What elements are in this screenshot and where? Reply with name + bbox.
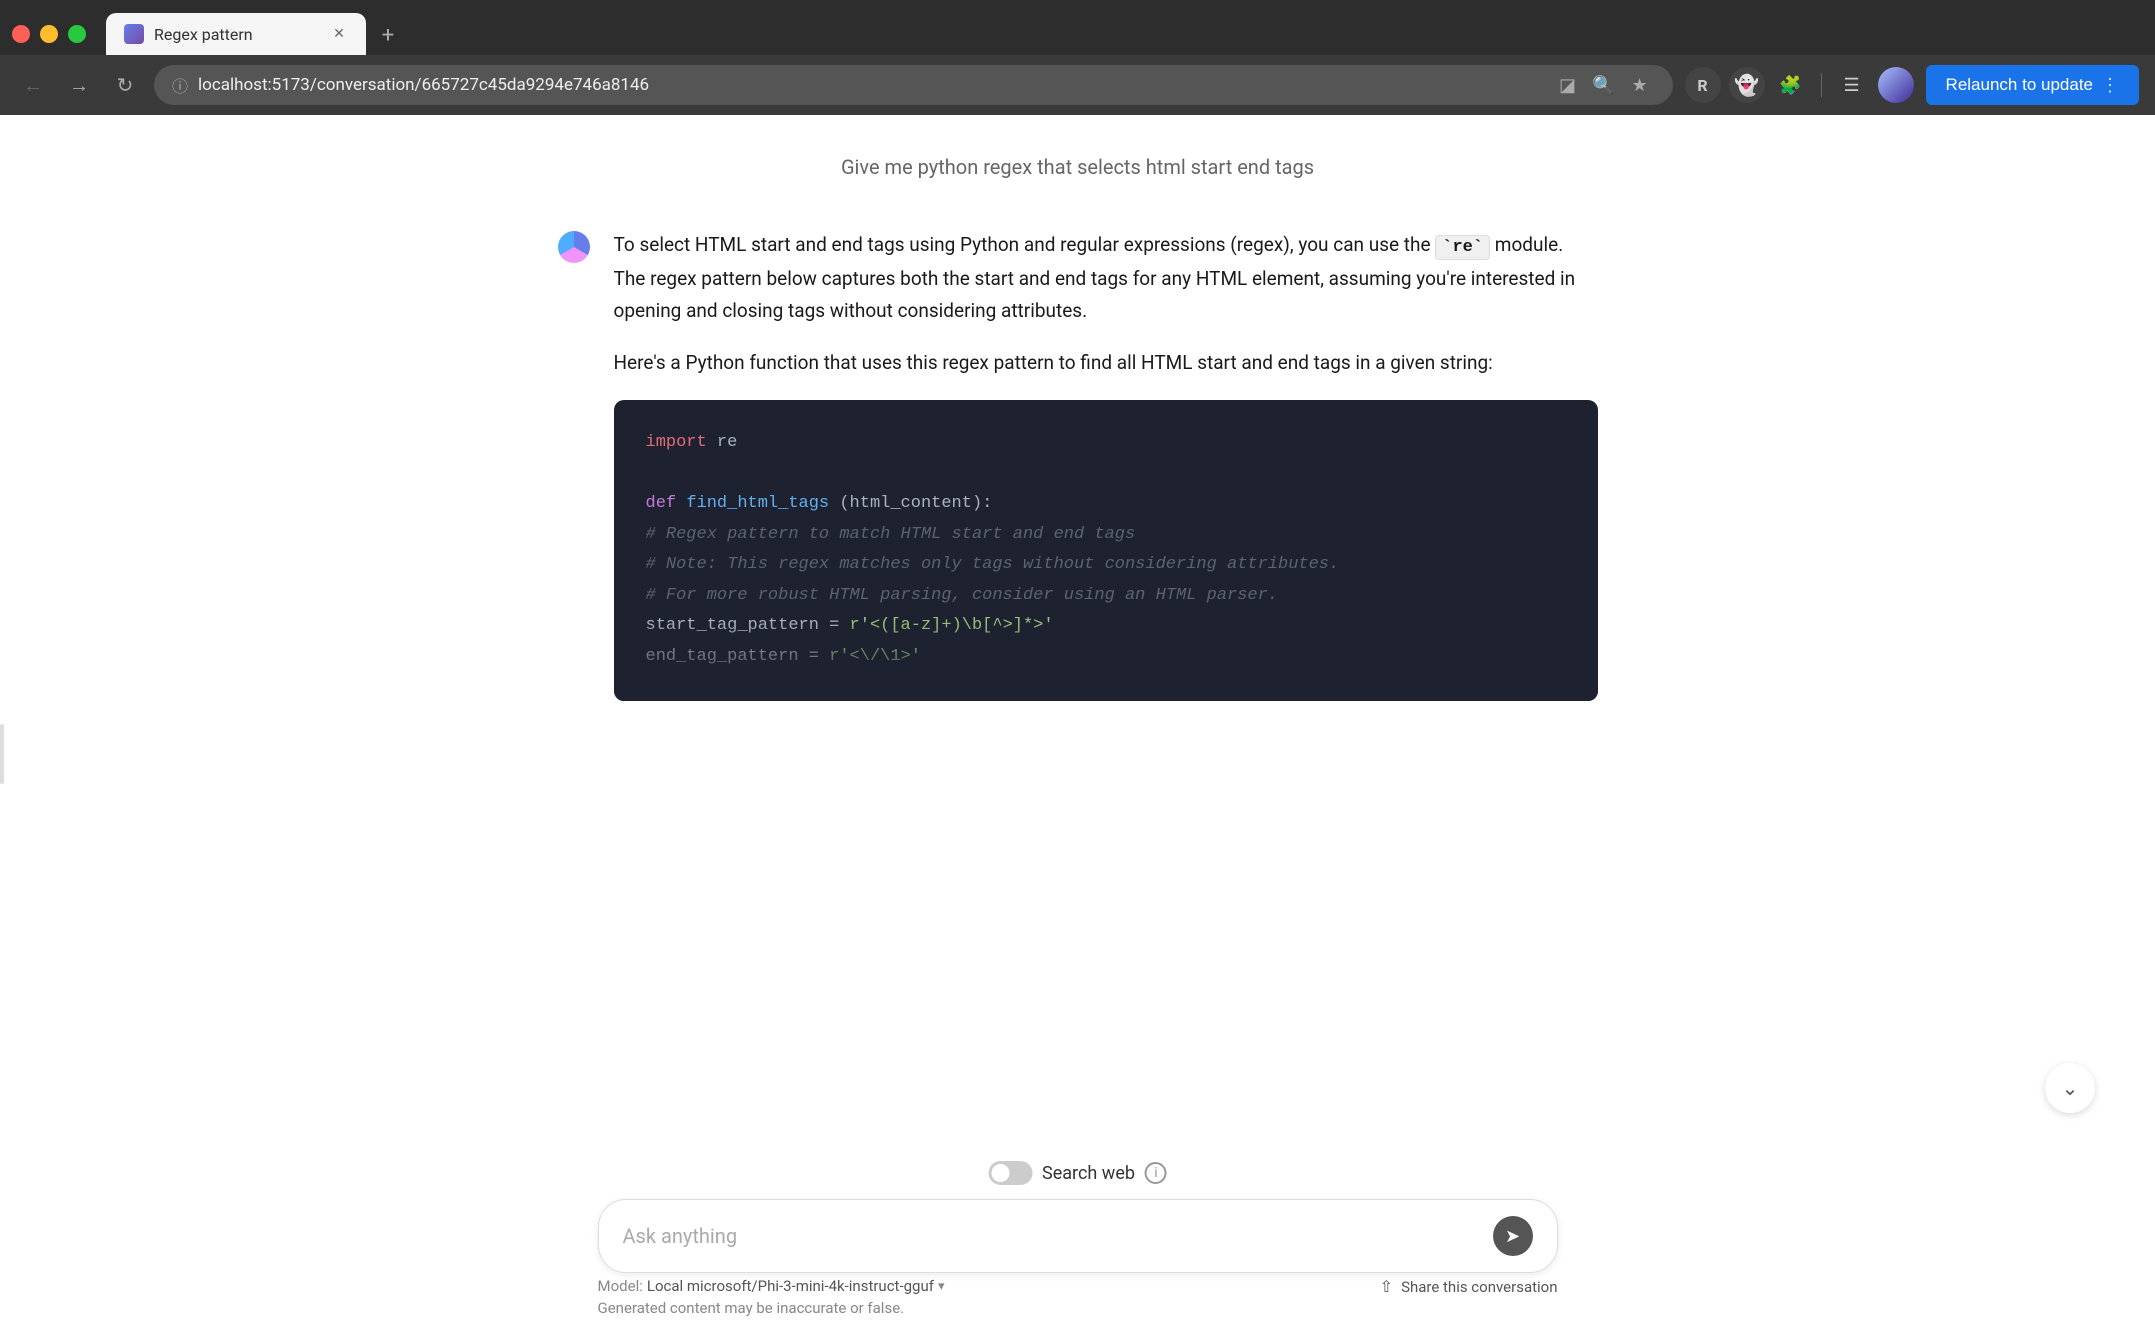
- page-content: Give me python regex that selects html s…: [0, 115, 2155, 1333]
- tab-bar: Regex pattern ✕ +: [0, 0, 2155, 55]
- code-line-4: # Regex pattern to match HTML start and …: [646, 520, 1566, 551]
- screen-cast-icon[interactable]: ◪: [1553, 70, 1583, 100]
- address-actions: ◪ 🔍 ★: [1553, 70, 1655, 100]
- inline-code: `re`: [1435, 235, 1490, 260]
- share-icon: ⇧: [1380, 1277, 1393, 1296]
- code-line-6: # For more robust HTML parsing, consider…: [646, 581, 1566, 612]
- sidebar-toggle-button[interactable]: ☰: [1834, 67, 1870, 103]
- bookmark-icon[interactable]: ★: [1625, 70, 1655, 100]
- code-line-3: def find_html_tags (html_content):: [646, 489, 1566, 520]
- search-icon[interactable]: 🔍: [1589, 70, 1619, 100]
- extension-r-button[interactable]: R: [1685, 67, 1721, 103]
- chat-input-area: Ask anything ➤: [598, 1199, 1558, 1273]
- close-button[interactable]: [12, 25, 30, 43]
- new-tab-button[interactable]: +: [370, 17, 406, 53]
- window-controls: [12, 25, 102, 55]
- assistant-avatar: [558, 231, 590, 263]
- forward-button[interactable]: →: [62, 68, 96, 102]
- model-prefix-label: Model:: [598, 1277, 643, 1295]
- address-bar-input[interactable]: ⓘ localhost:5173/conversation/665727c45d…: [154, 65, 1673, 105]
- back-button[interactable]: ←: [16, 68, 50, 102]
- minimize-button[interactable]: [40, 25, 58, 43]
- browser-chrome: Regex pattern ✕ + ← → ↻ ⓘ localhost:5173…: [0, 0, 2155, 115]
- relaunch-label: Relaunch to update: [1946, 75, 2093, 95]
- address-bar: ← → ↻ ⓘ localhost:5173/conversation/6657…: [0, 55, 2155, 115]
- search-web-bar: Search web i: [972, 1153, 1183, 1193]
- search-web-label: Search web: [1042, 1163, 1135, 1184]
- send-button[interactable]: ➤: [1493, 1216, 1533, 1256]
- divider: [1821, 73, 1822, 97]
- browser-extensions: R 👻 🧩 ☰: [1685, 67, 1914, 103]
- url-text: localhost:5173/conversation/665727c45da9…: [198, 75, 1543, 95]
- assistant-content: To select HTML start and end tags using …: [614, 229, 1598, 701]
- reload-button[interactable]: ↻: [108, 68, 142, 102]
- page-footer: Model: Local microsoft/Phi-3-mini-4k-ins…: [598, 1265, 1558, 1333]
- maximize-button[interactable]: [68, 25, 86, 43]
- scroll-down-button[interactable]: ⌄: [2045, 1063, 2095, 1113]
- code-line-1: import re: [646, 428, 1566, 459]
- active-tab[interactable]: Regex pattern ✕: [106, 13, 366, 55]
- share-label: Share this conversation: [1401, 1278, 1557, 1296]
- model-selector[interactable]: Model: Local microsoft/Phi-3-mini-4k-ins…: [598, 1277, 945, 1295]
- lock-icon: ⓘ: [172, 73, 188, 97]
- tab-favicon: [124, 24, 144, 44]
- code-line-2: [646, 458, 1566, 489]
- conversation-area: Give me python regex that selects html s…: [0, 115, 2155, 1333]
- share-conversation-button[interactable]: ⇧ Share this conversation: [1380, 1277, 1558, 1296]
- chat-input-placeholder[interactable]: Ask anything: [623, 1224, 1481, 1248]
- relaunch-menu-icon: ⋮: [2101, 75, 2119, 96]
- model-chevron-icon: ▾: [938, 1279, 945, 1294]
- tab-close-button[interactable]: ✕: [330, 25, 348, 43]
- user-message: Give me python regex that selects html s…: [841, 155, 1314, 179]
- footer-warning-text: Generated content may be inaccurate or f…: [598, 1299, 945, 1317]
- assistant-message: To select HTML start and end tags using …: [478, 229, 1678, 701]
- relaunch-button[interactable]: Relaunch to update ⋮: [1926, 65, 2139, 105]
- assistant-paragraph-1: To select HTML start and end tags using …: [614, 229, 1598, 327]
- scroll-indicator: [0, 724, 4, 784]
- code-block: import re def find_html_tags (html_conte…: [614, 400, 1598, 701]
- code-fade-overlay: [614, 621, 1598, 701]
- model-name-label: Local microsoft/Phi-3-mini-4k-instruct-g…: [647, 1277, 934, 1295]
- extension-ghost-button[interactable]: 👻: [1729, 67, 1765, 103]
- tab-title: Regex pattern: [154, 25, 320, 44]
- assistant-paragraph-2: Here's a Python function that uses this …: [614, 347, 1598, 379]
- footer-left: Model: Local microsoft/Phi-3-mini-4k-ins…: [598, 1277, 945, 1317]
- extension-puzzle-button[interactable]: 🧩: [1773, 67, 1809, 103]
- code-line-5: # Note: This regex matches only tags wit…: [646, 550, 1566, 581]
- user-avatar[interactable]: [1878, 67, 1914, 103]
- search-web-info-icon[interactable]: i: [1145, 1162, 1167, 1184]
- search-web-toggle[interactable]: [988, 1161, 1032, 1185]
